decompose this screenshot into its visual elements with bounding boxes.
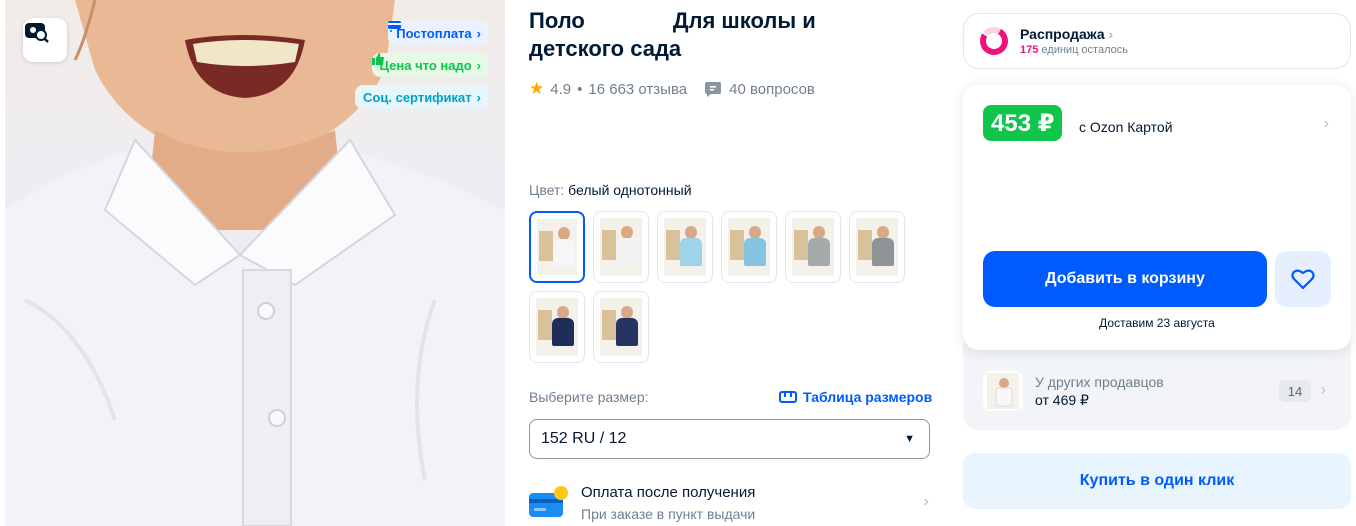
product-photo[interactable]: Постоплата › Цена что надо › Соц. сертиф… xyxy=(5,0,505,526)
swatch-shirt xyxy=(616,238,638,266)
thumbs-up-icon xyxy=(371,53,384,65)
chevron-right-icon: › xyxy=(476,25,481,41)
color-label-row: Цвет: белый однотонный xyxy=(529,182,692,198)
chevron-right-icon: › xyxy=(476,89,481,105)
chevron-right-icon: › xyxy=(1321,381,1326,398)
rating-separator: • xyxy=(577,80,583,98)
camera-search-icon xyxy=(25,23,49,43)
swatch-label-strip xyxy=(602,310,616,340)
reviews-count[interactable]: 16 663 отзыва xyxy=(588,81,687,98)
buy-one-click-button[interactable]: Купить в один клик xyxy=(963,453,1351,509)
swatch-shirt xyxy=(552,318,574,346)
swatch-label-strip xyxy=(730,230,744,260)
badge-social-certificate[interactable]: Соц. сертификат › xyxy=(355,85,489,109)
rating-value: 4.9 xyxy=(550,80,572,98)
color-swatch-gray[interactable] xyxy=(785,211,841,283)
swatch-label-strip xyxy=(794,230,808,260)
size-select[interactable]: 152 RU / 12 ▼ xyxy=(529,419,930,459)
other-sellers-count: 14 xyxy=(1279,380,1311,402)
sale-subtitle: 175 единиц осталось xyxy=(1020,44,1128,56)
sale-ring-icon xyxy=(980,27,1008,55)
rating-row[interactable]: ★ 4.9 • 16 663 отзыва 40 вопросов xyxy=(529,79,815,99)
badge-postpay[interactable]: Постоплата › xyxy=(388,21,489,45)
size-selected-value: 152 RU / 12 xyxy=(541,430,627,447)
color-swatch-white[interactable] xyxy=(529,211,585,283)
sale-count-text: единиц осталось xyxy=(1041,44,1128,56)
badge-postpay-label: Постоплата xyxy=(396,25,472,41)
color-swatch-light-blue[interactable] xyxy=(657,211,713,283)
questions-link[interactable]: 40 вопросов xyxy=(705,81,815,98)
size-table-label: Таблица размеров xyxy=(803,389,933,405)
price-badge[interactable]: 453 ₽ xyxy=(983,105,1063,141)
swatch-shirt xyxy=(553,239,575,267)
color-swatch-navy-2[interactable] xyxy=(593,291,649,363)
chat-bubble-icon xyxy=(705,81,722,97)
product-thumbnail-image xyxy=(987,373,1019,409)
questions-count: 40 вопросов xyxy=(729,80,815,98)
price-note: с Ozon Картой xyxy=(1079,119,1173,135)
card-coin-icon xyxy=(529,486,568,517)
color-swatch-white-2[interactable] xyxy=(593,211,649,283)
swatch-label-strip xyxy=(539,231,553,261)
caret-down-icon: ▼ xyxy=(904,433,915,445)
color-label: Цвет: xyxy=(529,182,565,198)
cart-icon xyxy=(388,21,402,32)
sale-title: Распродажа xyxy=(1020,26,1105,42)
color-swatch-gray-2[interactable] xyxy=(849,211,905,283)
ruler-icon xyxy=(779,391,797,403)
delivery-date: Доставим 23 августа xyxy=(1099,316,1215,330)
swatch-shirt xyxy=(680,238,702,266)
swatch-shirt xyxy=(616,318,638,346)
star-icon: ★ xyxy=(529,79,545,98)
swatch-shirt xyxy=(744,238,766,266)
favorite-button[interactable] xyxy=(1275,251,1331,307)
payment-subtitle: При заказе в пункт выдачи xyxy=(581,506,756,522)
other-sellers-title: У других продавцов xyxy=(1035,374,1164,390)
size-label: Выберите размер: xyxy=(529,389,649,405)
swatch-label-strip xyxy=(858,230,872,260)
add-to-cart-button[interactable]: Добавить в корзину xyxy=(983,251,1267,307)
chevron-right-icon[interactable]: › xyxy=(1324,115,1329,133)
swatch-label-strip xyxy=(538,310,552,340)
payment-option-row[interactable]: Оплата после получения При заказе в пунк… xyxy=(529,481,931,526)
other-sellers-price: от 469 ₽ xyxy=(1035,392,1089,408)
badge-social-certificate-label: Соц. сертификат xyxy=(363,89,472,105)
product-title-part1: Поло xyxy=(529,8,585,33)
swatch-shirt xyxy=(872,238,894,266)
badge-good-price[interactable]: Цена что надо › xyxy=(371,53,489,77)
other-sellers-row[interactable]: У других продавцов от 469 ₽ 14 › xyxy=(983,370,1333,414)
color-swatch-sky-blue[interactable] xyxy=(721,211,777,283)
payment-title: Оплата после получения xyxy=(581,484,756,501)
sale-count: 175 xyxy=(1020,44,1039,56)
swatch-label-strip xyxy=(666,230,680,260)
buy-card: 453 ₽ с Ozon Картой › Добавить в корзину… xyxy=(963,85,1351,350)
product-title: Поло Для школы и детского сада xyxy=(529,7,849,63)
chevron-right-icon: › xyxy=(923,493,929,510)
heart-icon xyxy=(1291,269,1315,290)
size-table-link[interactable]: Таблица размеров xyxy=(779,389,932,405)
chevron-right-icon: › xyxy=(1108,26,1114,42)
image-search-button[interactable] xyxy=(23,18,67,62)
sale-title-row: Распродажа › xyxy=(1020,26,1128,42)
boy-in-polo-image xyxy=(5,0,505,526)
swatch-shirt xyxy=(808,238,830,266)
other-seller-thumbnail xyxy=(983,371,1023,411)
badge-good-price-label: Цена что надо xyxy=(379,57,472,73)
color-swatch-navy[interactable] xyxy=(529,291,585,363)
chevron-right-icon: › xyxy=(476,57,481,73)
sale-card[interactable]: Распродажа › 175 единиц осталось xyxy=(963,13,1351,69)
color-value: белый однотонный xyxy=(568,182,692,198)
swatch-label-strip xyxy=(602,230,616,260)
